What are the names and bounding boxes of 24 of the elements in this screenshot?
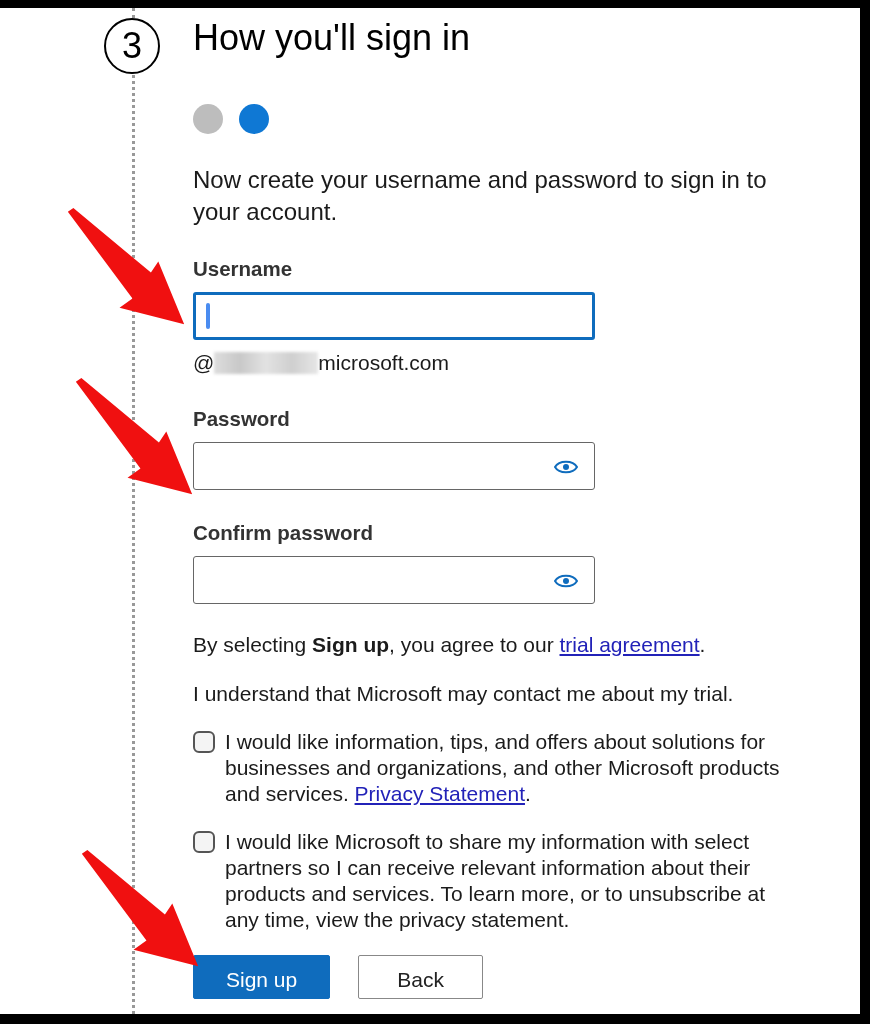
sign-up-button[interactable]: Sign up bbox=[193, 955, 331, 999]
username-field[interactable] bbox=[193, 292, 595, 340]
step-number: 3 bbox=[104, 18, 160, 74]
consent-text: I would like information, tips, and offers about solutions for businesses and organizations, and other Microsoft products and services. Privacy Statement. bbox=[225, 729, 781, 807]
intro-text: Now create your username and password to sign in to your account. bbox=[193, 165, 768, 227]
domain-suffix: microsoft.com bbox=[318, 350, 449, 376]
eye-icon[interactable] bbox=[554, 459, 578, 475]
field-label: Password bbox=[193, 406, 291, 432]
notice-text: I understand that Microsoft may contact me about my trial. bbox=[193, 681, 735, 707]
page-title: How you'll sign in bbox=[193, 18, 471, 58]
checkbox[interactable] bbox=[193, 731, 215, 753]
text-caret bbox=[206, 303, 210, 329]
consent-text: I would like Microsoft to share my information with select partners so I can receive relevant information about their products and services. To learn more, or to unsubscribe at any time, view the privacy statement. bbox=[225, 829, 767, 933]
privacy-statement-link[interactable]: Privacy Statement bbox=[354, 782, 525, 805]
terms-text: By selecting Sign up, you agree to our trial agreement. bbox=[193, 632, 707, 658]
trial-agreement-link[interactable]: trial agreement bbox=[559, 633, 700, 656]
back-button[interactable]: Back bbox=[358, 955, 483, 999]
password-field[interactable] bbox=[193, 556, 595, 604]
password-field[interactable] bbox=[193, 442, 595, 490]
eye-icon[interactable] bbox=[554, 573, 578, 589]
checkbox[interactable] bbox=[193, 831, 215, 853]
at-sign: @ bbox=[193, 350, 215, 376]
field-label: Confirm password bbox=[193, 520, 374, 546]
field-label: Username bbox=[193, 256, 294, 282]
